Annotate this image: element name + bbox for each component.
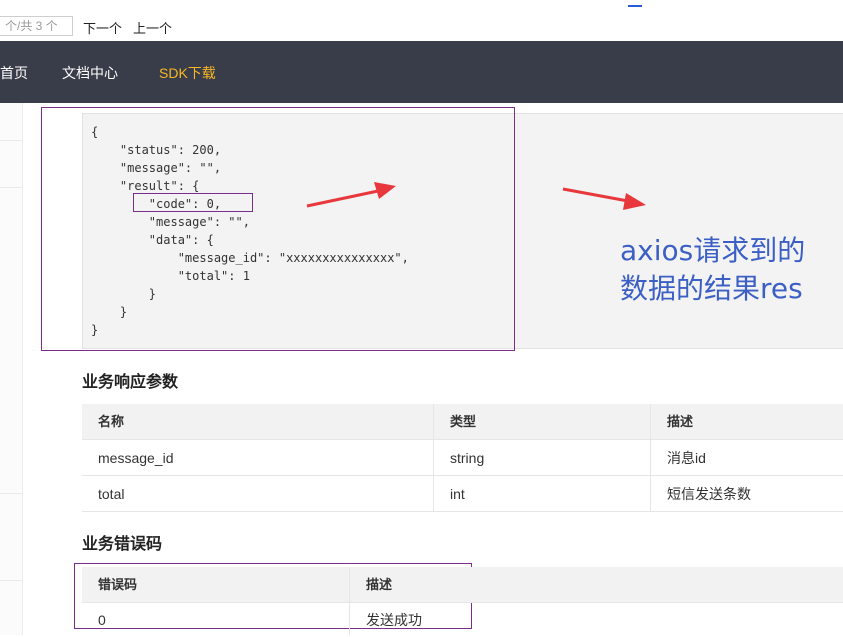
header-cell: 类型 — [433, 404, 650, 439]
header-cell: 描述 — [650, 404, 843, 439]
header-cell: 错误码 — [98, 577, 138, 592]
table-cell: 短信发送条数 — [650, 476, 843, 511]
arrow-icon — [562, 187, 646, 210]
error-codes-table: 错误码 描述 0 发送成功 — [82, 567, 843, 635]
table-header-row: 错误码 描述 — [82, 567, 843, 603]
table-row: 0 发送成功 — [82, 603, 843, 635]
table-cell: total — [98, 486, 125, 502]
arrow-icon — [306, 182, 396, 208]
header-cell: 名称 — [98, 414, 125, 429]
table-header-row: 名称 类型 描述 — [82, 404, 843, 440]
table-cell: string — [433, 440, 650, 475]
response-params-table: 名称 类型 描述 message_id string 消息id total in… — [82, 404, 843, 512]
table-cell: message_id — [98, 450, 174, 466]
table-cell: int — [433, 476, 650, 511]
table-cell: 发送成功 — [349, 603, 843, 635]
table-row: message_id string 消息id — [82, 440, 843, 476]
table-cell: 0 — [98, 612, 106, 628]
header-cell: 描述 — [349, 567, 843, 602]
section-title-response-params: 业务响应参数 — [82, 374, 179, 391]
table-cell: 消息id — [650, 440, 843, 475]
section-title-error-codes: 业务错误码 — [82, 536, 163, 553]
annotation-note: axios请求到的 数据的结果res — [620, 232, 840, 308]
annotation-line: 数据的结果res — [620, 272, 803, 305]
annotation-line: axios请求到的 — [620, 234, 806, 267]
table-row: total int 短信发送条数 — [82, 476, 843, 512]
